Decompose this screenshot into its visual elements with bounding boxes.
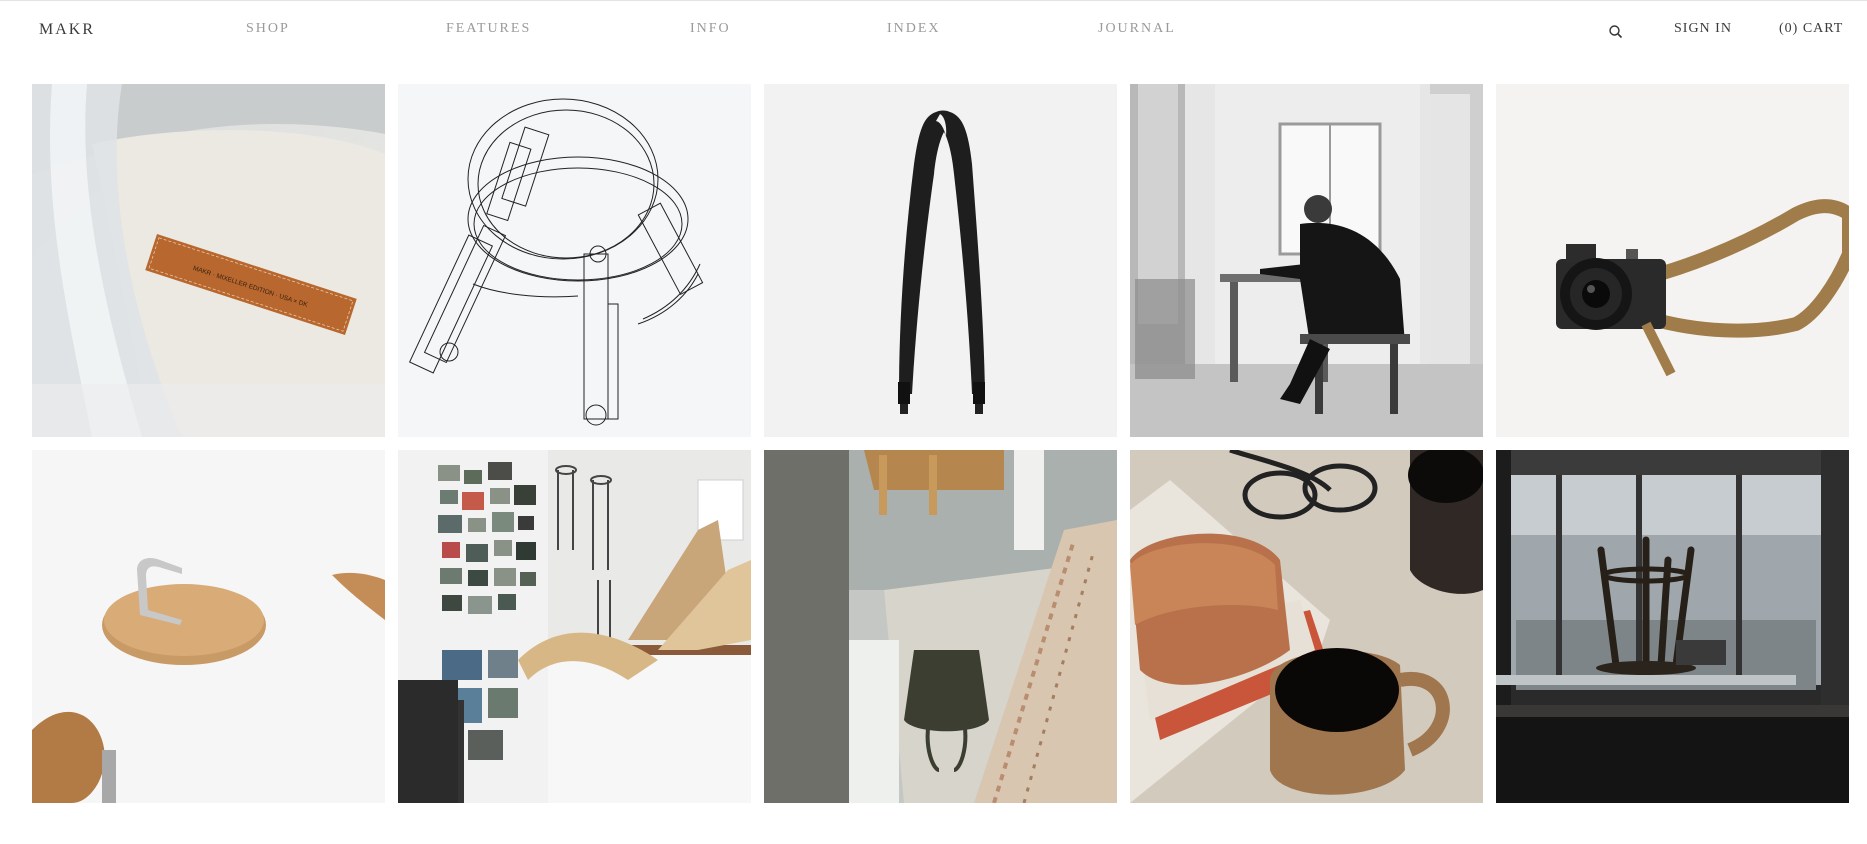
site-header: MAKR SHOP FEATURES INFO INDEX JOURNAL SI…: [0, 1, 1867, 59]
camera-tan-strap-image: [1496, 84, 1849, 437]
sign-in-link[interactable]: SIGN IN: [1674, 21, 1732, 37]
wallet-coffee-image: [1130, 450, 1483, 803]
grid-tile-wallet-coffee[interactable]: [1130, 450, 1483, 803]
logo-link[interactable]: MAKR: [39, 21, 95, 39]
grid-tile-tote-on-rug[interactable]: [764, 450, 1117, 803]
grid-tile-stool-window[interactable]: [1496, 450, 1849, 803]
grid-tile-black-strap[interactable]: [764, 84, 1117, 437]
grid-tile-stool-hook[interactable]: [32, 450, 385, 803]
grid-tile-moodboard[interactable]: [398, 450, 751, 803]
man-at-desk-image: [1130, 84, 1483, 437]
nav-shop[interactable]: SHOP: [246, 21, 290, 37]
grid-tile-stool-drawing[interactable]: [398, 84, 751, 437]
tote-on-rug-image: [764, 450, 1117, 803]
grid-tile-man-at-desk[interactable]: [1130, 84, 1483, 437]
moodboard-image: [398, 450, 751, 803]
canvas-bag-image: MAKR · MIXELLER EDITION · USA × DK: [32, 84, 385, 437]
stool-hook-image: [32, 450, 385, 803]
nav-features[interactable]: FEATURES: [446, 21, 531, 37]
stool-window-image: [1496, 450, 1849, 803]
nav-info[interactable]: INFO: [690, 21, 731, 37]
cart-link[interactable]: (0) CART: [1779, 21, 1843, 37]
black-strap-image: [764, 84, 1117, 437]
grid-tile-camera-tan-strap[interactable]: [1496, 84, 1849, 437]
grid-tile-canvas-bag[interactable]: MAKR · MIXELLER EDITION · USA × DK: [32, 84, 385, 437]
image-grid: MAKR · MIXELLER EDITION · USA × DK: [32, 84, 1849, 803]
nav-index[interactable]: INDEX: [887, 21, 941, 37]
search-icon[interactable]: [1607, 23, 1625, 41]
nav-journal[interactable]: JOURNAL: [1098, 21, 1176, 37]
stool-drawing-image: [398, 84, 751, 437]
